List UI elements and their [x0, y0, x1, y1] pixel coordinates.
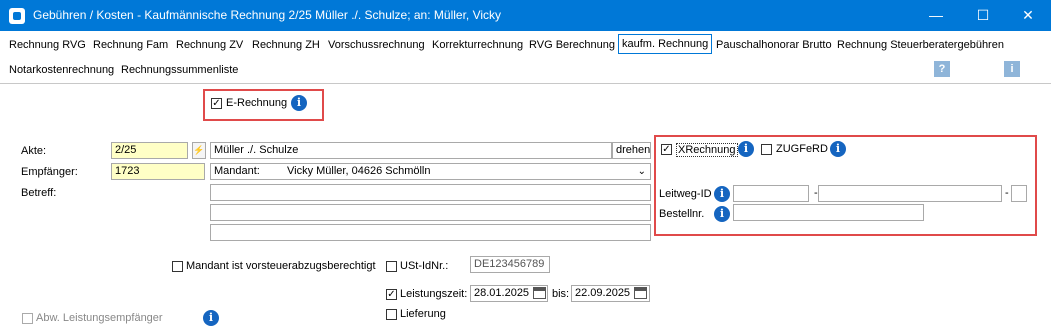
mandant-prefix: Mandant: [214, 165, 260, 177]
vorsteuer-label: Mandant ist vorsteuerabzugsberechtigt [186, 260, 376, 272]
zugferd-checkbox[interactable] [761, 144, 772, 155]
leitweg-input-1[interactable] [733, 185, 809, 202]
leitweg-input-3[interactable] [1011, 185, 1027, 202]
bestellnr-label: Bestellnr. [659, 208, 705, 220]
tab-rechnung-zv[interactable]: Rechnung ZV [176, 38, 243, 52]
akte-pin-icon[interactable]: ⚡ [192, 142, 206, 159]
ustid-input[interactable]: DE123456789 [470, 256, 550, 273]
calendar-icon[interactable] [533, 287, 546, 299]
zugferd-info-icon[interactable]: i [830, 141, 846, 157]
tab-bar: Rechnung RVG Rechnung Fam Rechnung ZV Re… [0, 31, 1051, 83]
zugferd-label: ZUGFeRD [776, 143, 828, 155]
tab-rechnung-zh[interactable]: Rechnung ZH [252, 38, 320, 52]
form-area: ✓ E-Rechnung i Akte: 2/25 ⚡ Müller ./. S… [0, 83, 1051, 335]
betreff-input-1[interactable] [210, 184, 651, 201]
betreff-input-2[interactable] [210, 204, 651, 221]
bestellnr-input[interactable] [733, 204, 924, 221]
minimize-button[interactable]: — [913, 0, 959, 31]
e-rechnung-label: E-Rechnung [226, 97, 288, 109]
abw-leistungsempfaenger-checkbox[interactable] [22, 313, 33, 324]
e-rechnung-info-icon[interactable]: i [291, 95, 307, 111]
xrechnung-info-icon[interactable]: i [738, 141, 754, 157]
mandant-value: Vicky Müller, 04626 Schmölln [287, 165, 431, 177]
betreff-input-3[interactable] [210, 224, 651, 241]
akte-name-field: Müller ./. Schulze [210, 142, 612, 159]
leistungszeit-label: Leistungszeit: [400, 288, 468, 300]
leitweg-dash-2: - [1005, 187, 1009, 199]
e-rechnung-checkbox[interactable]: ✓ [211, 98, 222, 109]
leistungszeit-checkbox[interactable]: ✓ [386, 289, 397, 300]
tab-rvg-berechnung[interactable]: RVG Berechnung [529, 38, 615, 52]
empfaenger-label: Empfänger: [21, 166, 78, 178]
ustid-checkbox[interactable] [386, 261, 397, 272]
calendar-icon-to[interactable] [634, 287, 647, 299]
betreff-label: Betreff: [21, 187, 57, 199]
chevron-down-icon: ⌄ [637, 166, 646, 177]
abw-leistungsempfaenger-label: Abw. Leistungsempfänger [36, 312, 163, 324]
info-icon[interactable]: i [1004, 61, 1020, 77]
tab-kaufm-rechnung[interactable]: kaufm. Rechnung [618, 34, 713, 54]
bestellnr-info-icon[interactable]: i [714, 206, 730, 222]
tab-pauschalhonorar-brutto[interactable]: Pauschalhonorar Brutto [716, 38, 832, 52]
drehen-button[interactable]: drehen [612, 142, 651, 159]
lieferung-label: Lieferung [400, 308, 446, 320]
tab-rechnung-steuerberatergebuehren[interactable]: Rechnung Steuerberatergebühren [837, 38, 1004, 52]
tab-rechnung-rvg[interactable]: Rechnung RVG [9, 38, 86, 52]
leitweg-label: Leitweg-ID [659, 188, 712, 200]
tab-notarkostenrechnung[interactable]: Notarkostenrechnung [9, 63, 114, 77]
leitweg-info-icon[interactable]: i [714, 186, 730, 202]
bis-label: bis: [552, 288, 570, 300]
tab-vorschussrechnung[interactable]: Vorschussrechnung [328, 38, 425, 52]
help-icon[interactable]: ? [934, 61, 950, 77]
leitweg-input-2[interactable] [818, 185, 1002, 202]
tab-korrekturrechnung[interactable]: Korrekturrechnung [432, 38, 523, 52]
close-button[interactable]: ✕ [1005, 0, 1051, 31]
window-title: Gebühren / Kosten - Kaufmännische Rechnu… [33, 8, 502, 22]
akte-input[interactable]: 2/25 [111, 142, 188, 159]
tab-rechnungssummenliste[interactable]: Rechnungssummenliste [121, 63, 238, 77]
empfaenger-input[interactable]: 1723 [111, 163, 205, 180]
tab-rechnung-fam[interactable]: Rechnung Fam [93, 38, 168, 52]
xrechnung-label: XRechnung [676, 143, 738, 157]
ustid-label: USt-IdNr.: [400, 260, 449, 272]
akte-label: Akte: [21, 145, 47, 157]
abw-info-icon[interactable]: i [203, 310, 219, 326]
lieferung-checkbox[interactable] [386, 309, 397, 320]
maximize-button[interactable]: ☐ [960, 0, 1006, 31]
xrechnung-checkbox[interactable]: ✓ [661, 144, 672, 155]
mandant-dropdown[interactable]: Mandant: Vicky Müller, 04626 Schmölln ⌄ [210, 163, 651, 180]
vorsteuer-checkbox[interactable] [172, 261, 183, 272]
title-bar: Gebühren / Kosten - Kaufmännische Rechnu… [0, 0, 1051, 31]
app-icon [9, 8, 25, 24]
